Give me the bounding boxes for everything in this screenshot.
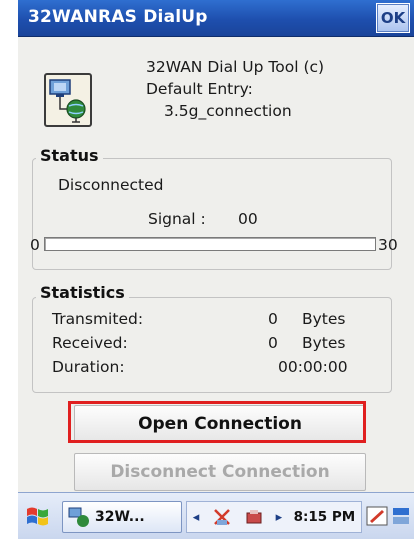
taskbar-app-label: 32W... [95,509,145,525]
task-app-icon [68,507,89,527]
statistics-group-label: Statistics [36,283,129,302]
received-label: Received: [52,334,128,352]
system-tray: ◂ ▸ 8:15 PM [186,501,362,533]
open-connection-button[interactable]: Open Connection [74,405,366,443]
connection-state: Disconnected [58,176,164,194]
default-entry-value: 3.5g_connection [164,102,292,120]
device-frame: 32WANRAS DialUp OK 32WAN Dial Up Tool (c… [0,0,414,539]
network-connection-icon [44,73,92,127]
clock[interactable]: 8:15 PM [294,509,356,525]
keyboard-icon[interactable] [392,501,410,531]
signal-progress-bar [44,237,376,251]
default-entry-label: Default Entry: [146,80,253,98]
title-bar: 32WANRAS DialUp OK [18,0,414,37]
signal-value: 00 [238,210,258,228]
app-window: 32WANRAS DialUp OK 32WAN Dial Up Tool (c… [18,0,414,539]
signal-range-min: 0 [30,236,40,254]
duration-value: 00:00:00 [278,358,348,376]
tray-connection-icon[interactable] [211,506,233,528]
tray-left-arrow-icon[interactable]: ◂ [193,510,200,525]
taskbar-app-button[interactable]: 32W... [62,501,182,533]
window-title: 32WANRAS DialUp [28,7,208,27]
status-group [32,158,392,270]
tray-right-arrow-icon[interactable]: ▸ [276,510,283,525]
transmitted-unit: Bytes [302,310,346,328]
app-name: 32WAN Dial Up Tool (c) [146,58,325,76]
pen-input-icon[interactable] [366,501,388,531]
disconnect-connection-button[interactable]: Disconnect Connection [74,453,366,491]
windows-start-icon[interactable] [24,501,52,531]
received-value: 0 [268,334,278,352]
transmitted-label: Transmited: [52,310,144,328]
taskbar: 32W... ◂ ▸ 8:15 PM [18,492,414,539]
app-info: 32WAN Dial Up Tool (c) Default Entry: 3.… [146,56,324,122]
received-unit: Bytes [302,334,346,352]
transmitted-value: 0 [268,310,278,328]
ok-button[interactable]: OK [376,3,410,33]
duration-label: Duration: [52,358,125,376]
signal-range-max: 30 [378,236,398,254]
tray-network-icon[interactable] [244,507,264,527]
signal-label: Signal : [148,210,206,228]
status-group-label: Status [36,146,103,165]
